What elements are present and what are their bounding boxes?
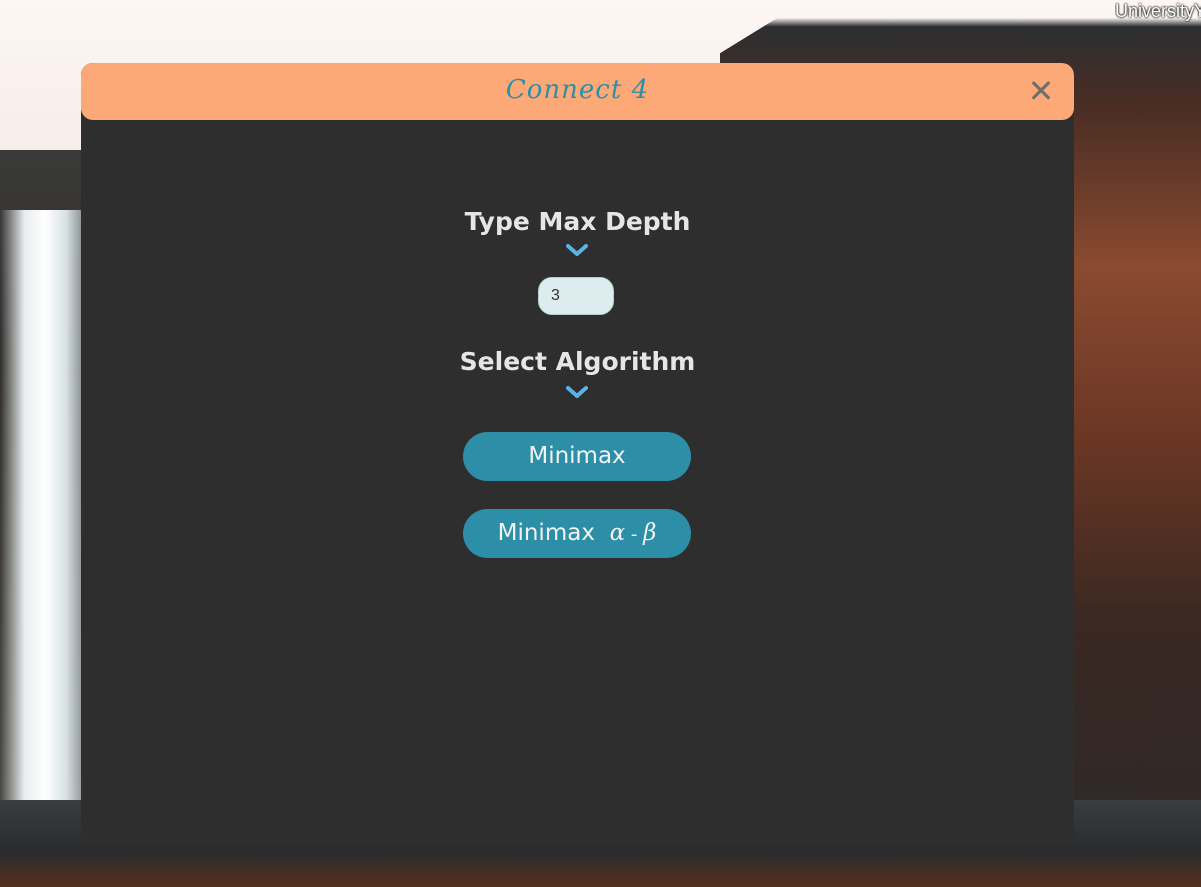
close-button[interactable]: ✕ [1026,75,1056,107]
minimax-alpha-beta-button[interactable]: Minimax α - β [463,509,691,558]
max-depth-input[interactable] [538,277,614,315]
background-waterfall [0,210,82,810]
title-bar[interactable]: Connect 4 ✕ [81,63,1074,120]
chevron-down-icon [566,386,588,398]
minimax-button[interactable]: Minimax [463,432,691,481]
beta-symbol: β [643,520,657,546]
minimax-alpha-beta-label: Minimax [497,520,595,546]
connect4-window: Connect 4 ✕ Type Max Depth Select Algori… [81,63,1074,843]
chevron-down-icon [566,244,588,256]
window-title: Connect 4 [505,75,650,105]
alpha-beta-separator: - [625,524,644,545]
max-depth-heading: Type Max Depth [464,207,691,236]
close-icon: ✕ [1027,72,1055,110]
minimax-button-label: Minimax [528,443,626,469]
desktop-corner-label: UniversityY [1115,1,1201,21]
select-algorithm-heading: Select Algorithm [459,347,696,376]
alpha-symbol: α [609,520,626,546]
